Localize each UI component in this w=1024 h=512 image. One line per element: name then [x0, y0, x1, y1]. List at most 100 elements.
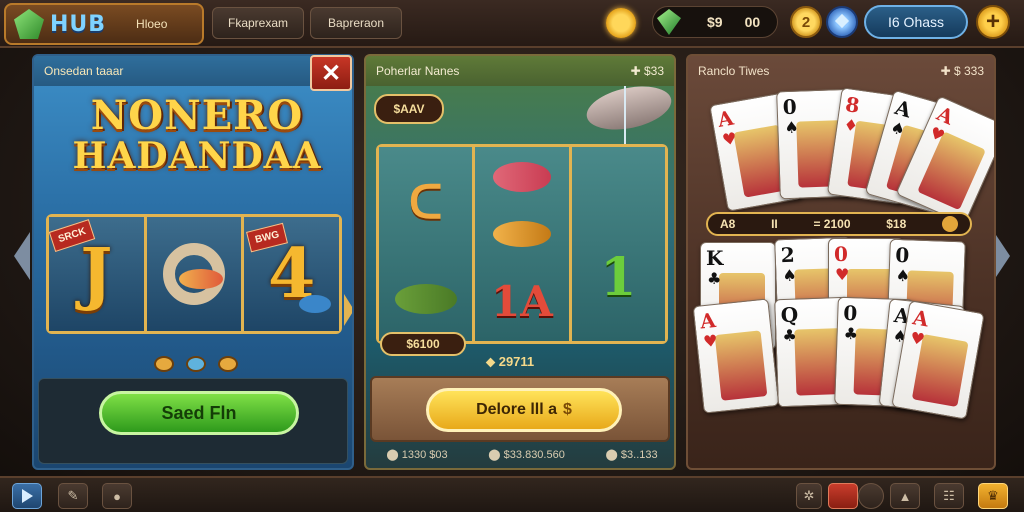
reel-symbol: 1A [491, 277, 553, 327]
currency-display: $9 00 [652, 6, 778, 38]
bar-mid-a: II [771, 217, 778, 231]
panel-jackpot: ✚ $ 333 [940, 64, 984, 78]
panel-title: Ranclo Tiwes [698, 64, 770, 78]
reel-indicator-dots [154, 356, 238, 372]
card-suit: ♠ [782, 265, 798, 286]
hub-logo[interactable]: HUB Hloeo [4, 3, 204, 45]
currency-amount-a: $9 [707, 14, 723, 30]
card-rank: 0 [842, 300, 858, 326]
card-bet-bar: A8 II = 2100 $18 [706, 212, 972, 236]
title-line-2: HADANDAA [72, 135, 322, 177]
game-title-art: NONERO HADANDAA [52, 92, 342, 177]
play-button-label: Delore lll a [476, 401, 557, 418]
panel-header: Onsedan taaar [34, 56, 352, 86]
gem-icon [14, 9, 44, 39]
card-suit: ♠ [784, 117, 800, 138]
nav-button-2[interactable]: Bapreraon [310, 7, 402, 39]
card-suit: ♣ [782, 325, 798, 346]
reel-1: ᑕ [379, 147, 476, 341]
panel-footer: Delore lll a $ [370, 376, 670, 442]
trophy-icon[interactable]: ♛ [978, 483, 1008, 509]
play-button[interactable]: Delore lll a $ [426, 388, 622, 432]
playing-card[interactable]: A ♥ [692, 298, 780, 414]
settings-icon[interactable]: ● [102, 483, 132, 509]
fish-icon [299, 295, 332, 313]
reel-1: SRCK J [48, 217, 147, 331]
panel-jackpot: ✚ $33 [630, 64, 664, 78]
fish-ring-icon [163, 243, 225, 305]
nav-button-1[interactable]: Fkaprexam [212, 7, 304, 39]
stat-3: ⬤ $3..133 [605, 449, 658, 461]
panel-title: Onsedan taaar [44, 64, 124, 78]
logo-text: HUB [50, 11, 107, 37]
fish-icon [394, 283, 457, 314]
card-rank: 8 [843, 92, 862, 118]
profile-pill[interactable]: I6 Ohass [864, 5, 968, 39]
panel-title: Poherlar Nanes [376, 64, 460, 78]
card-rank: Q [780, 302, 799, 328]
card-suit: ♥ [720, 128, 739, 150]
chat-icon[interactable]: ✎ [58, 483, 88, 509]
profile-icon[interactable]: ▲ [890, 483, 920, 509]
card-rank: 0 [894, 242, 910, 268]
card-suit: ♣ [707, 269, 722, 288]
bar-right: $18 [886, 217, 907, 231]
reel-3: 1 [571, 147, 665, 341]
card-suit: ♣ [843, 323, 859, 344]
card-suit: ♦ [842, 114, 860, 136]
fish-icon [492, 221, 551, 248]
bar-left: A8 [720, 217, 736, 231]
reel-symbol-hook: ᑕ [408, 174, 443, 229]
win-pill: $6100 [380, 332, 466, 356]
reel-symbol: J [80, 234, 113, 314]
reel-2 [146, 217, 245, 331]
stat-2: ⬤ $33.830.560 [488, 449, 565, 461]
slot-reels: SRCK J BWG 4 [46, 214, 342, 334]
play-button[interactable]: Saed Fln [99, 391, 299, 435]
catch-fish-icon [582, 79, 674, 137]
panel-header: Poherlar Nanes ✚ $33 [366, 56, 674, 86]
card-suit: ♥ [835, 265, 850, 284]
circle-icon[interactable] [858, 483, 884, 509]
alert-icon[interactable] [828, 483, 858, 509]
game-panel-slots[interactable]: Onsedan taaar NONERO HADANDAA SRCK J BWG… [32, 54, 354, 470]
panel-header: Ranclo Tiwes ✚ $ 333 [688, 56, 994, 86]
carousel-left-arrow[interactable] [14, 232, 30, 280]
reel-2: 1A [475, 147, 572, 341]
bar-mid-b: = 2100 [813, 217, 851, 231]
panel-stats: ⬤ 1330 $03 ⬤ $33.830.560 ⬤ $3..133 [366, 448, 674, 461]
reel-next-arrow[interactable] [344, 294, 352, 326]
game-panel-cards[interactable]: Ranclo Tiwes ✚ $ 333 A ♥ 0 ♠ 8 ♦ A ♠ A ♥ A8 II = … [686, 54, 996, 470]
card-suit: ♠ [895, 265, 911, 286]
gear-icon[interactable]: ✲ [796, 483, 822, 509]
card-rank: 0 [834, 242, 848, 266]
reel-3: BWG 4 [244, 217, 340, 331]
stat-1: ⬤ 1330 $03 [386, 449, 448, 461]
add-currency-button[interactable]: + [976, 5, 1010, 39]
play-icon[interactable] [12, 483, 42, 509]
sun-icon[interactable] [606, 8, 636, 38]
card-face-art [714, 330, 768, 401]
logo-subtitle: Hloeo [136, 17, 168, 31]
fish-icon [492, 161, 551, 192]
carousel-right-arrow[interactable] [994, 232, 1010, 280]
menu-icon[interactable]: ☷ [934, 483, 964, 509]
reel-symbol: 1 [600, 246, 637, 308]
close-button[interactable]: ✕ [310, 55, 352, 91]
bottom-bar: ✎ ● ✲ ▲ ☷ ♛ [0, 476, 1024, 512]
panel-footer: Saed Fln [38, 378, 348, 464]
coin-button[interactable]: 2 [790, 6, 822, 38]
card-face-art [917, 131, 987, 211]
card-rank: K [706, 246, 724, 270]
slot-reels: ᑕ 1A 1 [376, 144, 668, 344]
card-rank: 2 [780, 242, 796, 268]
coin-icon: $ [563, 401, 572, 418]
win-count: ⬥ 29711 [486, 354, 535, 369]
title-line-1: NONERO [90, 92, 304, 139]
game-panel-fishing[interactable]: Poherlar Nanes ✚ $33 $AAV ᑕ 1A 1 $6100 ⬥… [364, 54, 676, 470]
top-bar: HUB Hloeo Fkaprexam Bapreraon $9 00 2 I6… [0, 0, 1024, 48]
currency-amount-b: 00 [744, 14, 761, 30]
emerald-icon [657, 9, 681, 35]
card-suit: ♥ [702, 330, 719, 352]
diamond-button[interactable] [826, 6, 858, 38]
